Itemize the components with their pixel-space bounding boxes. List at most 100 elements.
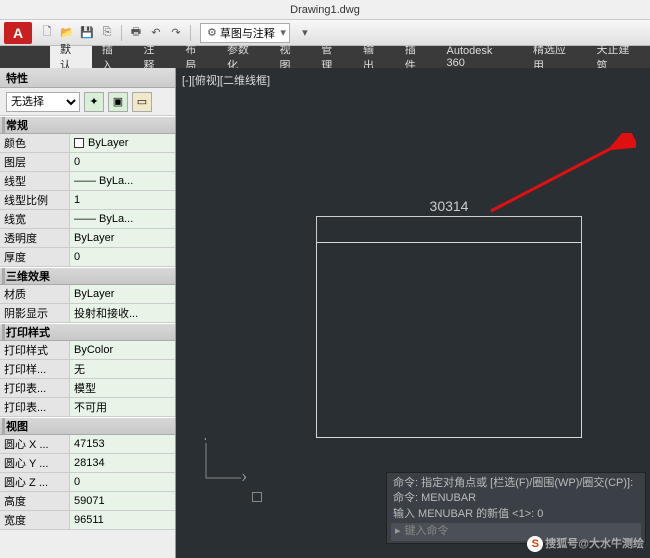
property-label: 圆心 Z ... xyxy=(0,473,70,491)
property-value[interactable]: 0 xyxy=(70,473,175,491)
property-row[interactable]: 打印表...模型 xyxy=(0,379,175,398)
ribbon-tab-9[interactable]: Autodesk 360 xyxy=(436,46,522,68)
viewport-label[interactable]: [-][俯视][二维线框] xyxy=(182,72,270,88)
command-prompt-icon: ▸ xyxy=(395,524,401,539)
property-row[interactable]: 圆心 Z ...0 xyxy=(0,473,175,492)
ribbon-tab-8[interactable]: 插件 xyxy=(395,46,437,68)
property-value[interactable]: —— ByLa... xyxy=(70,172,175,190)
property-value[interactable]: 28134 xyxy=(70,454,175,472)
property-group-header[interactable]: 视图 xyxy=(0,417,175,435)
property-groups: 常规颜色ByLayer图层0线型—— ByLa...线型比例1线宽—— ByLa… xyxy=(0,116,175,530)
property-group-header[interactable]: 打印样式 xyxy=(0,323,175,341)
workspace-dropdown[interactable]: ⚙ 草图与注释 xyxy=(200,23,290,43)
property-row[interactable]: 透明度ByLayer xyxy=(0,229,175,248)
property-value[interactable]: 不可用 xyxy=(70,398,175,416)
property-group-header[interactable]: 常规 xyxy=(0,116,175,134)
app-logo[interactable]: A xyxy=(4,22,32,44)
linear-dimension[interactable]: 30314 xyxy=(316,198,582,217)
drawing-viewport[interactable]: [-][俯视][二维线框] 30314 Y X 命令: 指定对角点或 [栏选(F… xyxy=(176,68,650,558)
selection-dropdown[interactable]: 无选择 xyxy=(6,92,80,112)
ribbon-tab-4[interactable]: 参数化 xyxy=(217,46,270,68)
ribbon-tab-5[interactable]: 视图 xyxy=(270,46,312,68)
property-row[interactable]: 线型比例1 xyxy=(0,191,175,210)
pickadd-button[interactable]: ▣ xyxy=(108,92,128,112)
qat-dropdown[interactable]: ▾ xyxy=(296,24,314,42)
property-value[interactable]: 1 xyxy=(70,191,175,209)
property-value[interactable]: 投射和接收... xyxy=(70,304,175,322)
property-row[interactable]: 圆心 Y ...28134 xyxy=(0,454,175,473)
property-value[interactable]: ByLayer xyxy=(70,285,175,303)
open-icon[interactable]: 📂 xyxy=(58,24,76,42)
saveas-icon[interactable]: ⎘ xyxy=(98,24,116,42)
title-bar: Drawing1.dwg xyxy=(0,0,650,20)
property-value[interactable]: 模型 xyxy=(70,379,175,397)
cmd-line: 命令: 指定对角点或 [栏选(F)/圈围(WP)/圈交(CP)]: xyxy=(393,476,639,491)
property-value[interactable]: ByLayer xyxy=(70,229,175,247)
property-label: 图层 xyxy=(0,153,70,171)
ribbon-tab-2[interactable]: 注释 xyxy=(133,46,175,68)
command-history[interactable]: 命令: 指定对角点或 [栏选(F)/圈围(WP)/圈交(CP)]: 命令: ME… xyxy=(386,472,646,544)
property-row[interactable]: 图层0 xyxy=(0,153,175,172)
property-group-header[interactable]: 三维效果 xyxy=(0,267,175,285)
svg-text:Y: Y xyxy=(202,438,209,443)
gear-icon: ⚙ xyxy=(207,26,217,39)
print-icon[interactable]: 🖶 xyxy=(127,24,145,42)
dimension-line xyxy=(316,216,582,217)
property-row[interactable]: 颜色ByLayer xyxy=(0,134,175,153)
workspace-label: 草图与注释 xyxy=(220,25,275,41)
property-label: 线型 xyxy=(0,172,70,190)
property-label: 厚度 xyxy=(0,248,70,266)
property-value[interactable]: 0 xyxy=(70,153,175,171)
command-input-row[interactable]: ▸ 键入命令 xyxy=(391,523,641,541)
ribbon-tab-7[interactable]: 输出 xyxy=(353,46,395,68)
quick-select-button[interactable]: ✦ xyxy=(84,92,104,112)
property-label: 高度 xyxy=(0,492,70,510)
property-label: 材质 xyxy=(0,285,70,303)
property-row[interactable]: 打印样式ByColor xyxy=(0,341,175,360)
new-icon[interactable]: 🗋 xyxy=(38,24,56,42)
rectangle-entity[interactable] xyxy=(316,242,582,438)
property-value[interactable]: 0 xyxy=(70,248,175,266)
cmd-line: 输入 MENUBAR 的新值 <1>: 0 xyxy=(393,507,639,522)
command-placeholder: 键入命令 xyxy=(405,524,449,539)
property-label: 打印表... xyxy=(0,398,70,416)
property-label: 打印样... xyxy=(0,360,70,378)
property-row[interactable]: 圆心 X ...47153 xyxy=(0,435,175,454)
property-value[interactable]: —— ByLa... xyxy=(70,210,175,228)
property-label: 圆心 Y ... xyxy=(0,454,70,472)
document-title: Drawing1.dwg xyxy=(290,4,360,16)
property-label: 线宽 xyxy=(0,210,70,228)
property-value[interactable]: 无 xyxy=(70,360,175,378)
property-row[interactable]: 线宽—— ByLa... xyxy=(0,210,175,229)
property-row[interactable]: 打印表...不可用 xyxy=(0,398,175,417)
selection-row: 无选择 ✦ ▣ ▭ xyxy=(0,88,175,116)
ribbon-tab-3[interactable]: 布局 xyxy=(175,46,217,68)
select-objects-button[interactable]: ▭ xyxy=(132,92,152,112)
property-value[interactable]: 96511 xyxy=(70,511,175,529)
ucs-origin-box xyxy=(252,492,262,502)
ribbon-tab-6[interactable]: 管理 xyxy=(311,46,353,68)
palette-title: 特性 xyxy=(0,68,175,88)
ribbon-tab-11[interactable]: 天正建筑 xyxy=(586,46,649,68)
property-row[interactable]: 材质ByLayer xyxy=(0,285,175,304)
ribbon-tab-1[interactable]: 插入 xyxy=(92,46,134,68)
property-row[interactable]: 宽度96511 xyxy=(0,511,175,530)
separator xyxy=(121,25,122,41)
property-value[interactable]: ByColor xyxy=(70,341,175,359)
property-row[interactable]: 打印样...无 xyxy=(0,360,175,379)
property-row[interactable]: 高度59071 xyxy=(0,492,175,511)
redo-icon[interactable]: ↷ xyxy=(167,24,185,42)
property-label: 圆心 X ... xyxy=(0,435,70,453)
ribbon-tab-10[interactable]: 精选应用 xyxy=(523,46,586,68)
property-value[interactable]: ByLayer xyxy=(70,134,175,152)
property-value[interactable]: 47153 xyxy=(70,435,175,453)
undo-icon[interactable]: ↶ xyxy=(147,24,165,42)
save-icon[interactable]: 💾 xyxy=(78,24,96,42)
dimension-value: 30314 xyxy=(316,198,582,214)
property-row[interactable]: 阴影显示投射和接收... xyxy=(0,304,175,323)
property-row[interactable]: 线型—— ByLa... xyxy=(0,172,175,191)
ribbon-tab-0[interactable]: 默认 xyxy=(50,46,92,68)
property-value[interactable]: 59071 xyxy=(70,492,175,510)
property-row[interactable]: 厚度0 xyxy=(0,248,175,267)
property-label: 线型比例 xyxy=(0,191,70,209)
